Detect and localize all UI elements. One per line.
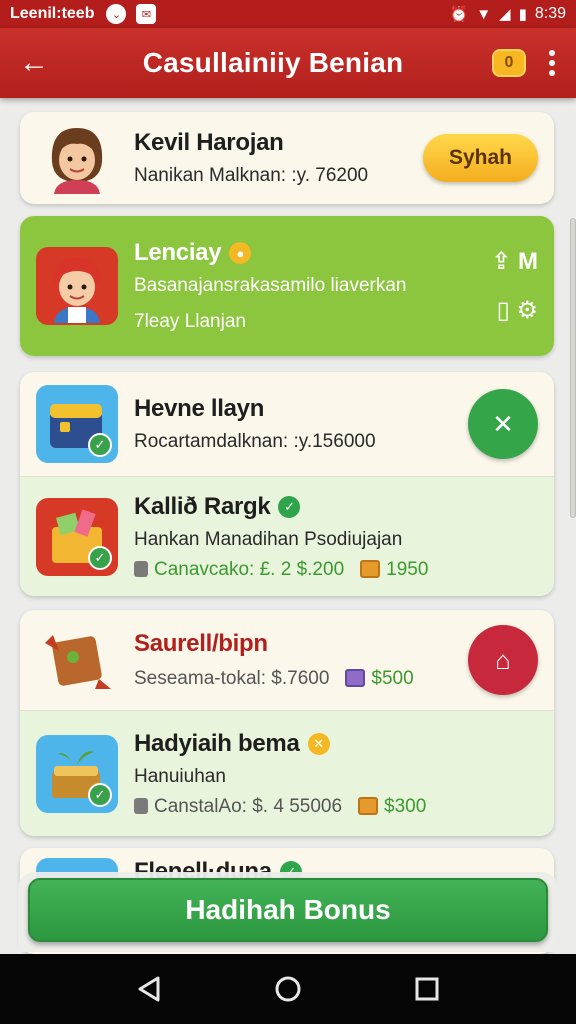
cash-text: Canavcako: £. 2 $.200	[154, 558, 345, 580]
status-bar: Leenil:teeb ⌄ ✉ ⏰ ▼ ◢ ▮ 8:39	[0, 0, 576, 28]
item-name-text: Lenciay	[134, 239, 222, 266]
tag-icon	[134, 560, 148, 577]
bonus-bar: Hadihah Bonus	[18, 872, 558, 952]
mail-icon: ✉	[136, 4, 157, 24]
cash-value: CanstalAo: $. 4 55006	[134, 796, 342, 818]
box-icon	[345, 669, 366, 687]
wifi-icon: ▼	[476, 5, 492, 23]
user-card[interactable]: Kevil Harojan Nanikan Malknan: :y. 76200…	[20, 112, 554, 204]
trash-icon: ▯	[496, 297, 510, 324]
item-info: Kallið Rargk ✓ Hankan Manadihan Psodiujaj…	[134, 493, 538, 581]
amount-text: 1950	[386, 558, 429, 580]
item-name: Hadyiaih bema ✕	[134, 730, 538, 758]
amount-text: $300	[384, 795, 427, 817]
box-icon	[360, 559, 381, 578]
home-circle-icon	[275, 976, 301, 1002]
list-item[interactable]: ✓ Hevne llayn Rocartamdalknan: :y.156000…	[20, 372, 554, 476]
chevron-down-icon: ⌄	[106, 4, 127, 24]
item-secondary: 7leay Llanjan	[134, 311, 246, 332]
tag-icon	[134, 797, 148, 814]
shuffle-button[interactable]: ✕	[468, 389, 538, 459]
home-button[interactable]: ⌂	[468, 625, 538, 695]
item-subtitle: Nanikan Malknan: :y. 76200	[134, 165, 369, 186]
avatar	[36, 119, 118, 197]
alarm-icon: ⏰	[449, 6, 469, 23]
system-nav-bar	[0, 954, 576, 1024]
side-actions: ⇪ M ▯ ⚙	[491, 247, 538, 325]
status-app-name: Leenil:teeb	[10, 5, 95, 22]
list-item[interactable]: Lenciay ● Basanajansrakasamilo liaverkan …	[20, 216, 554, 356]
amount-value: $500	[345, 668, 414, 690]
item-card[interactable]: ✓ Hevne llayn Rocartamdalknan: :y.156000…	[20, 372, 554, 596]
back-triangle-icon	[138, 976, 160, 1002]
item-name-text: Kallið Rargk	[134, 492, 271, 520]
amount-value: $300	[358, 796, 426, 818]
list-item[interactable]: Kevil Harojan Nanikan Malknan: :y. 76200…	[20, 112, 554, 204]
nav-home-button[interactable]	[268, 969, 308, 1009]
app-bar: ← Casullainiiy Benian 0	[0, 28, 576, 98]
amount-value: 1950	[360, 559, 428, 581]
scrollbar[interactable]	[570, 218, 576, 518]
share-action[interactable]: ⇪ M	[491, 247, 538, 276]
list-item[interactable]: ✓ Hadyiaih bema ✕ Hanuiuhan CanstalAo: $.…	[20, 710, 554, 836]
thumbnail: ✓	[36, 497, 118, 576]
item-subtitle: Rocartamdalknan: :y.156000	[134, 431, 376, 452]
star-badge-icon: ✕	[307, 732, 330, 755]
check-icon: ✓	[88, 433, 112, 457]
check-icon: ✓	[88, 782, 112, 807]
status-time: 8:39	[534, 5, 566, 22]
back-arrow-icon[interactable]: ←	[14, 43, 54, 83]
primary-action-button[interactable]: Syhah	[422, 134, 538, 182]
item-name: Saurell/bipn	[134, 630, 268, 657]
item-meta: CanstalAo: $. 4 55006 $300	[134, 796, 538, 818]
upload-icon: ⇪	[491, 248, 512, 275]
featured-card[interactable]: Lenciay ● Basanajansrakasamilo liaverkan …	[20, 216, 554, 356]
content-list[interactable]: Kevil Harojan Nanikan Malknan: :y. 76200…	[0, 98, 576, 954]
item-info: Kevil Harojan Nanikan Malknan: :y. 76200	[134, 129, 423, 187]
item-subtitle: Basanajansrakasamilo liaverkan	[134, 275, 407, 296]
item-info: Hadyiaih bema ✕ Hanuiuhan CanstalAo: $. 4…	[134, 730, 538, 818]
item-meta: Sesеama-tokal: $.7600 $500	[134, 668, 468, 690]
recents-square-icon	[415, 977, 439, 1001]
side-label: M	[518, 248, 538, 275]
gear-icon: ⚙	[516, 297, 538, 324]
item-card[interactable]: Saurell/bipn Sesеama-tokal: $.7600 $500 …	[20, 610, 554, 836]
thumbnail: ✓	[36, 385, 118, 463]
item-subtitle: Hanuiuhan	[134, 765, 226, 787]
list-item[interactable]: Saurell/bipn Sesеama-tokal: $.7600 $500 …	[20, 610, 554, 710]
item-name: Hevne llayn	[134, 395, 265, 422]
cash-value: Canavcako: £. 2 $.200	[134, 559, 344, 581]
coin-badge-icon: ●	[229, 242, 252, 264]
coin-button[interactable]: 0	[492, 49, 526, 77]
battery-icon: ▮	[518, 6, 527, 23]
signal-icon: ◢	[499, 6, 511, 23]
item-info: Saurell/bipn Sesеama-tokal: $.7600 $500	[134, 630, 468, 690]
list-item[interactable]: ✓ Kallið Rargk ✓ Hankan Manadihan Psodiuj…	[20, 476, 554, 596]
item-meta: Canavcako: £. 2 $.200 1950	[134, 559, 538, 581]
shuffle-icon: ✕	[492, 408, 514, 439]
cash-text: CanstalAo: $. 4 55006	[154, 795, 343, 817]
thumbnail	[36, 621, 118, 699]
home-icon: ⌂	[495, 644, 511, 675]
thumbnail: ✓	[36, 734, 118, 813]
item-subtitle: Sesеama-tokal: $.7600	[134, 668, 330, 689]
item-name: Lenciay ●	[134, 239, 491, 267]
verified-icon: ✓	[278, 495, 301, 518]
item-info: Hevne llayn Rocartamdalknan: :y.156000	[134, 395, 468, 453]
check-icon: ✓	[88, 545, 112, 570]
nav-back-button[interactable]	[129, 969, 169, 1009]
more-menu-icon[interactable]	[542, 50, 562, 76]
nav-recents-button[interactable]	[407, 969, 447, 1009]
item-name: Kevil Harojan	[134, 129, 284, 156]
item-name: Kallið Rargk ✓	[134, 493, 538, 521]
item-subtitle: Hankan Manadihan Psodiujajan	[134, 528, 403, 550]
item-info: Lenciay ● Basanajansrakasamilo liaverkan …	[134, 239, 491, 333]
box-icon	[358, 796, 379, 815]
amount-text: $500	[371, 668, 414, 689]
page-title: Casullainiiy Benian	[142, 47, 404, 78]
avatar	[36, 247, 118, 325]
bonus-button[interactable]: Hadihah Bonus	[28, 878, 548, 942]
settings-action[interactable]: ▯ ⚙	[497, 296, 538, 325]
item-name-text: Hadyiaih bema	[134, 729, 300, 757]
